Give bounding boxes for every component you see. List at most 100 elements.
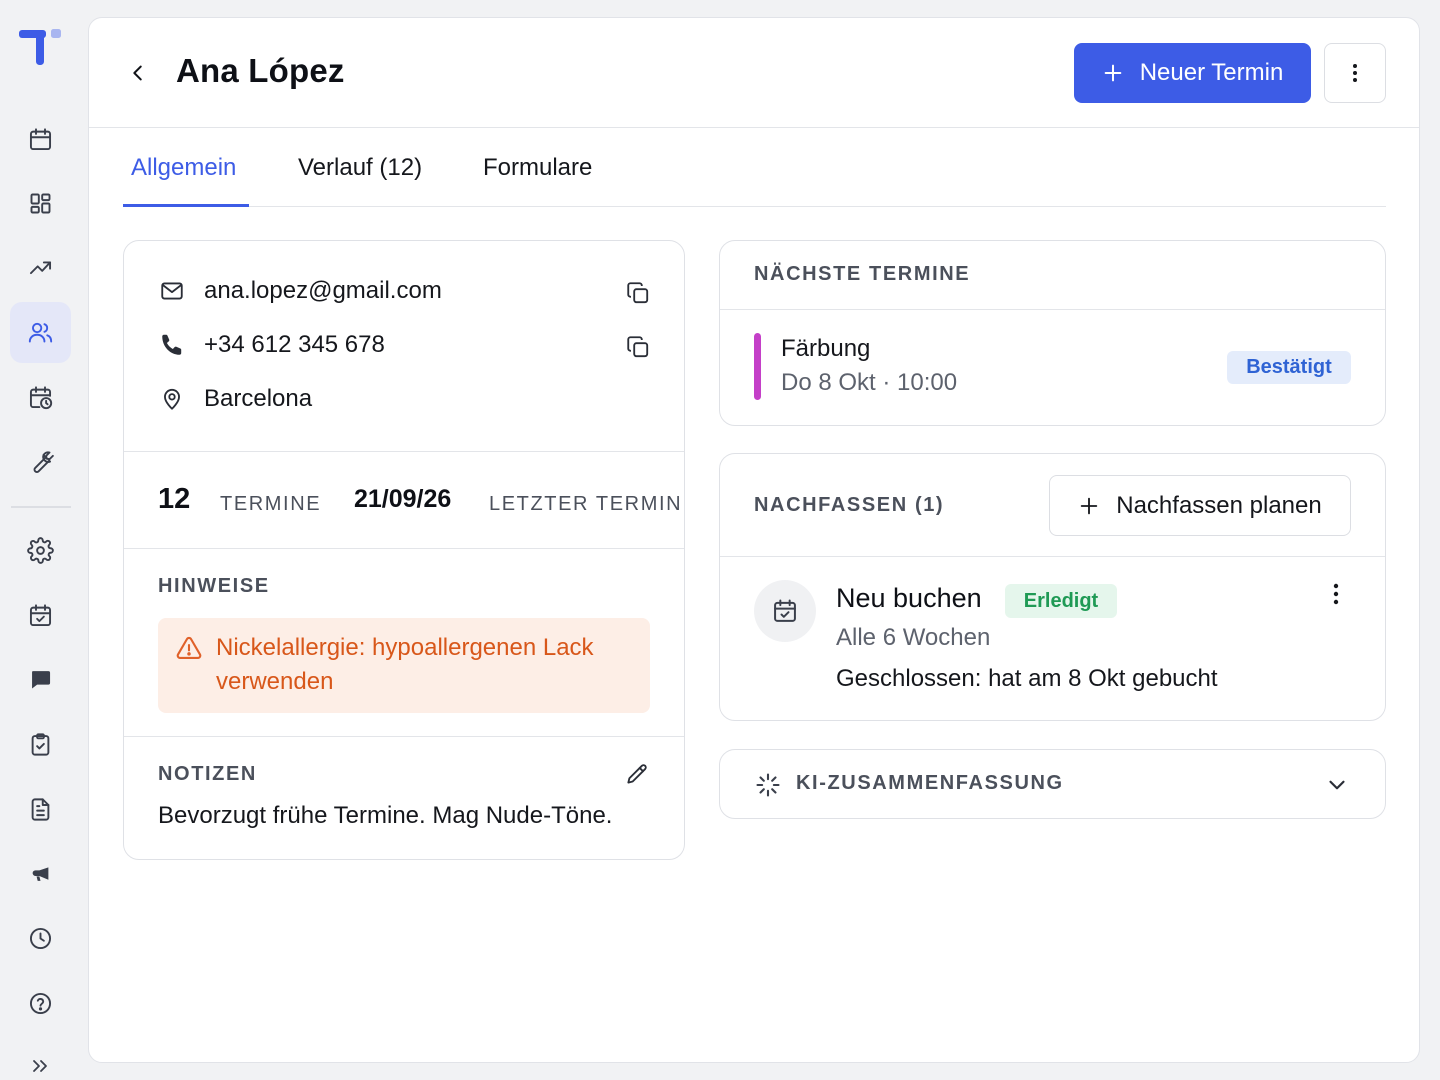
- chevron-left-icon: [133, 65, 142, 81]
- clipboard-check-icon: [31, 733, 50, 756]
- pencil-icon: [627, 764, 647, 784]
- map-pin-icon: [158, 385, 186, 413]
- new-appointment-label: Neuer Termin: [1139, 59, 1284, 86]
- followup-more-button[interactable]: [1324, 580, 1348, 608]
- followup-interval: Alle 6 Wochen: [836, 624, 991, 651]
- sidebar-item-settings[interactable]: [10, 520, 71, 581]
- more-options-button[interactable]: [1324, 43, 1386, 103]
- active-tab-indicator: [123, 204, 249, 207]
- phone-icon: [158, 331, 186, 359]
- tab-forms[interactable]: Formulare: [483, 129, 592, 207]
- ai-summary-heading: KI-ZUSAMMENFASSUNG: [796, 772, 1064, 794]
- sidebar-item-calendar[interactable]: [10, 109, 71, 170]
- sidebar-item-documents[interactable]: [10, 779, 71, 840]
- appointments-count: 12: [158, 483, 191, 515]
- sidebar-item-marketing[interactable]: [10, 843, 71, 904]
- upcoming-appointments-card: NÄCHSTE TERMINE Färbung Do 8 Okt · 10:00…: [719, 240, 1386, 426]
- appointment-title[interactable]: Färbung: [781, 335, 870, 363]
- hints-heading: HINWEISE: [158, 575, 270, 597]
- calendar-check-icon: [29, 604, 52, 627]
- document-icon: [31, 798, 50, 821]
- divider: [720, 309, 1385, 310]
- calendar-check-icon: [774, 599, 796, 622]
- divider: [124, 548, 684, 549]
- sidebar-item-clients[interactable]: [10, 302, 71, 363]
- followup-title[interactable]: Neu buchen: [836, 583, 982, 614]
- warning-icon: [175, 634, 203, 662]
- chevrons-right-icon[interactable]: [28, 1054, 52, 1078]
- new-appointment-button[interactable]: Neuer Termin: [1074, 43, 1311, 103]
- chat-icon: [32, 671, 51, 689]
- sidebar-item-help[interactable]: [10, 973, 71, 1034]
- sidebar-item-tools[interactable]: [10, 431, 71, 492]
- plus-icon: [1081, 497, 1098, 514]
- sidebar-item-dashboard[interactable]: [10, 173, 71, 234]
- copy-phone-button[interactable]: [624, 333, 652, 361]
- ai-summary-section[interactable]: KI-ZUSAMMENFASSUNG: [719, 749, 1386, 819]
- sidebar-item-schedule[interactable]: [10, 367, 71, 428]
- megaphone-icon: [32, 867, 49, 881]
- client-detail-panel: Ana López Neuer Termin Allgemein Verlauf…: [88, 17, 1420, 1063]
- followup-heading: NACHFASSEN (1): [754, 494, 945, 516]
- edit-notes-button[interactable]: [624, 762, 652, 790]
- tab-bar: Allgemein Verlauf (12) Formulare: [123, 129, 1386, 207]
- plan-followup-button[interactable]: Nachfassen planen: [1049, 475, 1351, 536]
- app-logo[interactable]: [19, 27, 65, 69]
- divider: [124, 736, 684, 737]
- gear-icon: [27, 537, 54, 564]
- location-row: Barcelona: [158, 385, 312, 413]
- sidebar-item-analytics[interactable]: [10, 237, 71, 298]
- status-badge: Erledigt: [1005, 584, 1117, 618]
- sidebar-divider: [11, 506, 71, 508]
- page-header: Ana López Neuer Termin: [89, 18, 1419, 128]
- tab-general[interactable]: Allgemein: [131, 129, 236, 207]
- notes-text: Bevorzugt frühe Termine. Mag Nude-Töne.: [158, 802, 613, 829]
- divider: [124, 451, 684, 452]
- followup-card: NACHFASSEN (1) Nachfassen planen Neu buc…: [719, 453, 1386, 721]
- city-value: Barcelona: [204, 385, 313, 412]
- phone-row: +34 612 345 678: [158, 331, 385, 359]
- followup-icon: [754, 580, 816, 642]
- plan-followup-label: Nachfassen planen: [1116, 491, 1322, 519]
- email-row: ana.lopez@gmail.com: [158, 277, 442, 305]
- calendar-clock-icon: [29, 386, 53, 410]
- help-icon: [29, 992, 52, 1015]
- tab-history[interactable]: Verlauf (12): [298, 129, 422, 207]
- plus-icon: [1104, 64, 1122, 82]
- more-vertical-icon: [1353, 64, 1357, 82]
- allergy-alert: Nickelallergie: hypoallergenen Lack verw…: [158, 618, 650, 713]
- phone-value[interactable]: +34 612 345 678: [204, 331, 385, 359]
- sidebar-item-history[interactable]: [10, 908, 71, 969]
- wrench-icon: [33, 451, 54, 473]
- users-icon: [28, 322, 53, 343]
- notes-heading: NOTIZEN: [158, 763, 257, 785]
- clock-icon: [29, 927, 52, 950]
- appointment-color-bar: [754, 333, 761, 400]
- appointments-label: TERMINE: [220, 493, 322, 515]
- more-vertical-icon: [1333, 583, 1339, 605]
- chevron-down-icon[interactable]: [1324, 772, 1350, 798]
- calendar-icon: [29, 128, 52, 151]
- copy-icon: [627, 282, 649, 304]
- page-title: Ana López: [176, 52, 345, 89]
- last-appointment-label: LETZTER TERMIN: [489, 493, 683, 515]
- sidebar-item-messages[interactable]: [10, 649, 71, 710]
- last-appointment-date: 21/09/26: [354, 485, 452, 513]
- mail-icon: [158, 277, 186, 305]
- sidebar: [0, 0, 80, 1080]
- copy-icon: [627, 336, 649, 358]
- trending-up-icon: [29, 261, 52, 275]
- email-value[interactable]: ana.lopez@gmail.com: [204, 277, 442, 305]
- sparkle-loader-icon: [754, 771, 782, 799]
- copy-email-button[interactable]: [624, 279, 652, 307]
- followup-note: Geschlossen: hat am 8 Okt gebucht: [836, 665, 1218, 692]
- status-badge: Bestätigt: [1227, 351, 1351, 384]
- sidebar-item-bookings[interactable]: [10, 585, 71, 646]
- client-info-card: ana.lopez@gmail.com +34 612 345 678 Barc…: [123, 240, 685, 860]
- allergy-alert-text: Nickelallergie: hypoallergenen Lack verw…: [216, 634, 594, 695]
- upcoming-heading: NÄCHSTE TERMINE: [754, 263, 971, 285]
- sidebar-item-tasks[interactable]: [10, 714, 71, 775]
- appointment-time: Do 8 Okt · 10:00: [781, 369, 958, 396]
- back-button[interactable]: [125, 58, 151, 88]
- divider: [720, 556, 1385, 557]
